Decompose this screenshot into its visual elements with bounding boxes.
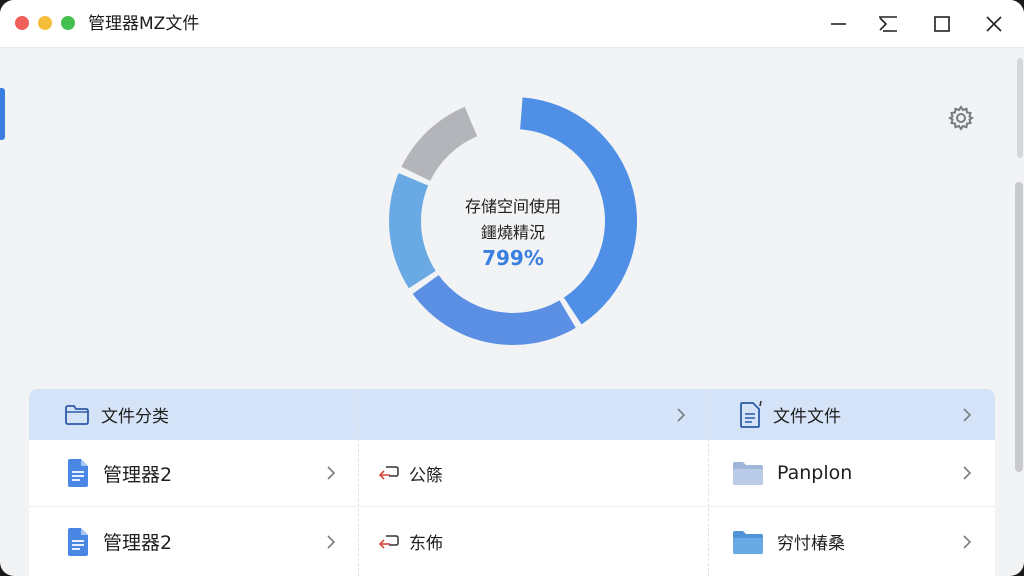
maximize-button[interactable] <box>928 10 956 38</box>
folder-icon <box>732 460 764 486</box>
storage-percent: 799% <box>482 246 544 270</box>
chevron-right-icon[interactable] <box>676 407 686 423</box>
snap-layout-icon <box>879 16 897 32</box>
document-icon <box>737 400 763 429</box>
storage-title: 存储空间使用 <box>464 197 561 216</box>
zoom-dot-button[interactable] <box>61 16 75 30</box>
chevron-right-icon[interactable] <box>326 465 336 481</box>
row-cell-link[interactable]: 东佈 <box>378 507 443 576</box>
active-nav-indicator <box>0 88 5 140</box>
file-category-table: 文件分类 文件文件 管理器2 公篨 Panplon 管理器2 东佈 穷忖椿桑 <box>29 389 995 576</box>
storage-usage-chart: 存储空间使用 鑩燒精況 799% <box>383 97 643 345</box>
close-icon <box>986 16 1002 32</box>
header-files-label: 文件文件 <box>773 407 841 427</box>
chevron-right-icon[interactable] <box>962 407 972 423</box>
maximize-icon <box>934 16 950 32</box>
header-category-label: 文件分类 <box>101 407 169 427</box>
scrollbar-thumb-upper[interactable] <box>1017 58 1023 158</box>
row-cell-manager[interactable]: 管理器2 <box>66 507 172 576</box>
link-icon <box>378 464 400 482</box>
title-bar: 管理器MZ文件 <box>0 0 1024 48</box>
document-icon <box>66 458 90 488</box>
app-window: 管理器MZ文件 存储空间使用 鑩燒精況 799% 文件分类 文件文件 管理器2 … <box>0 0 1024 576</box>
chevron-right-icon[interactable] <box>326 534 336 550</box>
donut-segment-secondary <box>412 275 576 345</box>
row-cell-folder[interactable]: Panplon <box>732 440 852 506</box>
minimize-dot-button[interactable] <box>38 16 52 30</box>
table-header-row: 文件分类 文件文件 <box>29 389 995 440</box>
storage-subtitle: 鑩燒精況 <box>480 223 545 242</box>
minimize-button[interactable] <box>824 10 852 38</box>
row-cell-manager[interactable]: 管理器2 <box>66 440 172 506</box>
row-cell-folder[interactable]: 穷忖椿桑 <box>732 507 845 576</box>
minimize-icon <box>831 23 846 25</box>
row-cell-link[interactable]: 公篨 <box>378 440 443 506</box>
scrollbar-thumb[interactable] <box>1015 182 1023 472</box>
header-cell-category[interactable]: 文件分类 <box>64 389 169 440</box>
document-icon <box>66 527 90 557</box>
gear-icon <box>948 105 974 131</box>
row-link-label: 东佈 <box>409 534 443 554</box>
folder-icon <box>732 529 764 555</box>
link-icon <box>378 533 400 551</box>
window-title: 管理器MZ文件 <box>88 14 200 34</box>
chevron-right-icon[interactable] <box>962 534 972 550</box>
close-button[interactable] <box>980 10 1008 38</box>
close-dot-button[interactable] <box>15 16 29 30</box>
row-manager-label: 管理器2 <box>103 532 173 554</box>
snap-layout-button[interactable] <box>874 10 902 38</box>
row-folder-label: 穷忖椿桑 <box>777 534 845 554</box>
row-manager-label: 管理器2 <box>103 463 173 486</box>
table-row[interactable]: 管理器2 东佈 穷忖椿桑 <box>29 507 995 576</box>
header-cell-files[interactable]: 文件文件 <box>737 389 841 440</box>
row-folder-label: Panplon <box>777 462 853 484</box>
table-row[interactable]: 管理器2 公篨 Panplon <box>29 440 995 507</box>
folder-icon <box>64 404 90 426</box>
donut-segment-free <box>401 106 478 181</box>
row-link-label: 公篨 <box>409 465 443 486</box>
settings-button[interactable] <box>946 103 976 133</box>
chevron-right-icon[interactable] <box>962 465 972 481</box>
